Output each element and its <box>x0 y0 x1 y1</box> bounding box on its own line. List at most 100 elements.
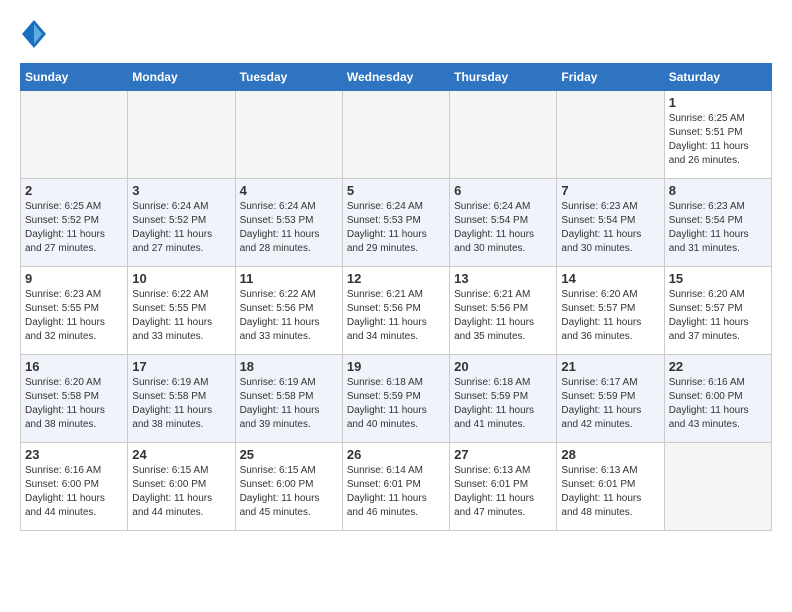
calendar-cell: 20 Sunrise: 6:18 AM Sunset: 5:59 PM Dayli… <box>450 355 557 443</box>
calendar-cell: 2 Sunrise: 6:25 AM Sunset: 5:52 PM Daylig… <box>21 179 128 267</box>
calendar-cell <box>450 91 557 179</box>
calendar-cell: 22 Sunrise: 6:16 AM Sunset: 6:00 PM Dayli… <box>664 355 771 443</box>
calendar-cell: 27 Sunrise: 6:13 AM Sunset: 6:01 PM Dayli… <box>450 443 557 531</box>
calendar-cell <box>21 91 128 179</box>
day-info: Sunrise: 6:18 AM Sunset: 5:59 PM Dayligh… <box>347 376 445 432</box>
day-info: Sunrise: 6:14 AM Sunset: 6:01 PM Dayligh… <box>347 464 445 520</box>
calendar-cell: 26Sunrise: 6:14 AM Sunset: 6:01 PM Dayli… <box>342 443 449 531</box>
day-info: Sunrise: 6:19 AM Sunset: 5:58 PM Dayligh… <box>240 376 338 432</box>
day-number: 17 <box>132 359 230 374</box>
calendar-cell: 13 Sunrise: 6:21 AM Sunset: 5:56 PM Dayli… <box>450 267 557 355</box>
day-number: 16 <box>25 359 123 374</box>
day-number: 15 <box>669 271 767 286</box>
calendar-cell <box>128 91 235 179</box>
day-number: 19 <box>347 359 445 374</box>
day-number: 2 <box>25 183 123 198</box>
calendar-cell: 7 Sunrise: 6:23 AM Sunset: 5:54 PM Daylig… <box>557 179 664 267</box>
calendar-cell <box>557 91 664 179</box>
weekday-header-cell: Wednesday <box>342 64 449 91</box>
logo-icon <box>22 20 46 48</box>
calendar-week-row: 9 Sunrise: 6:23 AM Sunset: 5:55 PM Daylig… <box>21 267 772 355</box>
day-number: 27 <box>454 447 552 462</box>
calendar-cell <box>235 91 342 179</box>
day-info: Sunrise: 6:24 AM Sunset: 5:53 PM Dayligh… <box>347 200 445 256</box>
weekday-header-cell: Friday <box>557 64 664 91</box>
day-info: Sunrise: 6:13 AM Sunset: 6:01 PM Dayligh… <box>454 464 552 520</box>
calendar-cell: 25Sunrise: 6:15 AM Sunset: 6:00 PM Dayli… <box>235 443 342 531</box>
weekday-header-row: SundayMondayTuesdayWednesdayThursdayFrid… <box>21 64 772 91</box>
day-number: 24 <box>132 447 230 462</box>
day-info: Sunrise: 6:23 AM Sunset: 5:55 PM Dayligh… <box>25 288 123 344</box>
day-number: 18 <box>240 359 338 374</box>
calendar-cell: 18 Sunrise: 6:19 AM Sunset: 5:58 PM Dayli… <box>235 355 342 443</box>
day-info: Sunrise: 6:17 AM Sunset: 5:59 PM Dayligh… <box>561 376 659 432</box>
calendar-cell: 24 Sunrise: 6:15 AM Sunset: 6:00 PM Dayli… <box>128 443 235 531</box>
calendar-cell: 10 Sunrise: 6:22 AM Sunset: 5:55 PM Dayli… <box>128 267 235 355</box>
day-info: Sunrise: 6:25 AM Sunset: 5:52 PM Dayligh… <box>25 200 123 256</box>
calendar-cell: 4 Sunrise: 6:24 AM Sunset: 5:53 PM Daylig… <box>235 179 342 267</box>
day-info: Sunrise: 6:21 AM Sunset: 5:56 PM Dayligh… <box>347 288 445 344</box>
day-info: Sunrise: 6:18 AM Sunset: 5:59 PM Dayligh… <box>454 376 552 432</box>
calendar-cell: 1Sunrise: 6:25 AM Sunset: 5:51 PM Daylig… <box>664 91 771 179</box>
calendar-cell: 23 Sunrise: 6:16 AM Sunset: 6:00 PM Dayli… <box>21 443 128 531</box>
calendar-week-row: 23 Sunrise: 6:16 AM Sunset: 6:00 PM Dayli… <box>21 443 772 531</box>
day-number: 5 <box>347 183 445 198</box>
calendar-cell: 21 Sunrise: 6:17 AM Sunset: 5:59 PM Dayli… <box>557 355 664 443</box>
day-info: Sunrise: 6:25 AM Sunset: 5:51 PM Dayligh… <box>669 112 767 168</box>
day-number: 3 <box>132 183 230 198</box>
day-info: Sunrise: 6:20 AM Sunset: 5:57 PM Dayligh… <box>669 288 767 344</box>
weekday-header-cell: Monday <box>128 64 235 91</box>
day-number: 13 <box>454 271 552 286</box>
day-info: Sunrise: 6:16 AM Sunset: 6:00 PM Dayligh… <box>669 376 767 432</box>
weekday-header-cell: Sunday <box>21 64 128 91</box>
day-info: Sunrise: 6:24 AM Sunset: 5:54 PM Dayligh… <box>454 200 552 256</box>
day-number: 23 <box>25 447 123 462</box>
day-number: 21 <box>561 359 659 374</box>
calendar-cell <box>342 91 449 179</box>
day-info: Sunrise: 6:20 AM Sunset: 5:57 PM Dayligh… <box>561 288 659 344</box>
calendar-body: 1Sunrise: 6:25 AM Sunset: 5:51 PM Daylig… <box>21 91 772 531</box>
calendar-cell: 28Sunrise: 6:13 AM Sunset: 6:01 PM Dayli… <box>557 443 664 531</box>
calendar-cell: 12Sunrise: 6:21 AM Sunset: 5:56 PM Dayli… <box>342 267 449 355</box>
calendar-week-row: 16 Sunrise: 6:20 AM Sunset: 5:58 PM Dayli… <box>21 355 772 443</box>
weekday-header-cell: Thursday <box>450 64 557 91</box>
day-number: 11 <box>240 271 338 286</box>
weekday-header-cell: Saturday <box>664 64 771 91</box>
logo <box>20 20 46 53</box>
day-info: Sunrise: 6:16 AM Sunset: 6:00 PM Dayligh… <box>25 464 123 520</box>
day-number: 7 <box>561 183 659 198</box>
day-number: 28 <box>561 447 659 462</box>
day-number: 20 <box>454 359 552 374</box>
day-info: Sunrise: 6:23 AM Sunset: 5:54 PM Dayligh… <box>561 200 659 256</box>
calendar-week-row: 1Sunrise: 6:25 AM Sunset: 5:51 PM Daylig… <box>21 91 772 179</box>
calendar-cell: 17 Sunrise: 6:19 AM Sunset: 5:58 PM Dayli… <box>128 355 235 443</box>
day-info: Sunrise: 6:24 AM Sunset: 5:53 PM Dayligh… <box>240 200 338 256</box>
calendar-cell: 5 Sunrise: 6:24 AM Sunset: 5:53 PM Daylig… <box>342 179 449 267</box>
calendar-cell: 15 Sunrise: 6:20 AM Sunset: 5:57 PM Dayli… <box>664 267 771 355</box>
calendar-cell: 16 Sunrise: 6:20 AM Sunset: 5:58 PM Dayli… <box>21 355 128 443</box>
page-header <box>20 20 772 53</box>
calendar-table: SundayMondayTuesdayWednesdayThursdayFrid… <box>20 63 772 531</box>
day-number: 8 <box>669 183 767 198</box>
day-info: Sunrise: 6:15 AM Sunset: 6:00 PM Dayligh… <box>132 464 230 520</box>
day-info: Sunrise: 6:22 AM Sunset: 5:55 PM Dayligh… <box>132 288 230 344</box>
day-info: Sunrise: 6:23 AM Sunset: 5:54 PM Dayligh… <box>669 200 767 256</box>
day-info: Sunrise: 6:21 AM Sunset: 5:56 PM Dayligh… <box>454 288 552 344</box>
calendar-cell: 11 Sunrise: 6:22 AM Sunset: 5:56 PM Dayli… <box>235 267 342 355</box>
calendar-cell: 6 Sunrise: 6:24 AM Sunset: 5:54 PM Daylig… <box>450 179 557 267</box>
day-number: 10 <box>132 271 230 286</box>
day-info: Sunrise: 6:19 AM Sunset: 5:58 PM Dayligh… <box>132 376 230 432</box>
day-number: 4 <box>240 183 338 198</box>
day-number: 6 <box>454 183 552 198</box>
calendar-cell: 8 Sunrise: 6:23 AM Sunset: 5:54 PM Daylig… <box>664 179 771 267</box>
day-number: 14 <box>561 271 659 286</box>
calendar-cell: 3 Sunrise: 6:24 AM Sunset: 5:52 PM Daylig… <box>128 179 235 267</box>
day-info: Sunrise: 6:22 AM Sunset: 5:56 PM Dayligh… <box>240 288 338 344</box>
day-info: Sunrise: 6:20 AM Sunset: 5:58 PM Dayligh… <box>25 376 123 432</box>
day-number: 22 <box>669 359 767 374</box>
calendar-cell: 14 Sunrise: 6:20 AM Sunset: 5:57 PM Dayli… <box>557 267 664 355</box>
day-info: Sunrise: 6:24 AM Sunset: 5:52 PM Dayligh… <box>132 200 230 256</box>
weekday-header-cell: Tuesday <box>235 64 342 91</box>
day-number: 9 <box>25 271 123 286</box>
calendar-cell: 19 Sunrise: 6:18 AM Sunset: 5:59 PM Dayli… <box>342 355 449 443</box>
